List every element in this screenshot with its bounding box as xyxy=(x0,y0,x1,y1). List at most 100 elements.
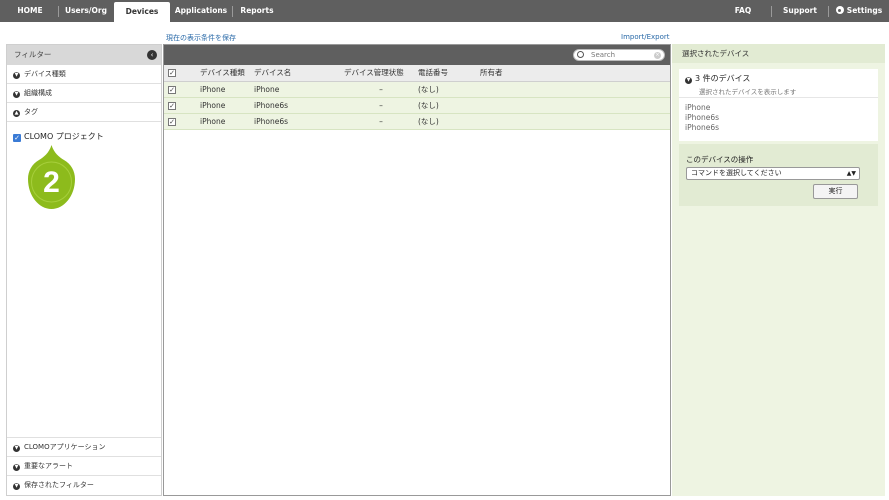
cell-device-name[interactable]: iPhone6s xyxy=(254,113,344,130)
clear-icon[interactable]: × xyxy=(654,52,661,59)
filter-label: タグ xyxy=(24,108,38,116)
cell-phone: (なし) xyxy=(418,81,480,98)
table-header-row: ✓ デバイス種類 デバイス名 デバイス管理状態 電話番号 所有者 xyxy=(164,65,670,82)
selected-devices-box: ▼ 3 件のデバイス 選択されたデバイスを表示します iPhone iPhone6… xyxy=(679,69,878,141)
show-devices-hint[interactable]: 選択されたデバイスを表示します xyxy=(699,86,796,96)
cell-device-type: iPhone xyxy=(200,81,254,98)
top-nav: HOME Users/Org Devices Applications Repo… xyxy=(0,0,889,22)
import-export-link[interactable]: Import/Export xyxy=(621,33,670,41)
filter-clomo-apps[interactable]: ▼ CLOMOアプリケーション xyxy=(7,438,161,457)
device-table: ✓ デバイス種類 デバイス名 デバイス管理状態 電話番号 所有者 ✓ iPhon… xyxy=(164,65,670,130)
nav-separator xyxy=(828,6,829,17)
nav-reports[interactable]: Reports xyxy=(238,0,276,22)
filter-label: 保存されたフィルター xyxy=(24,481,94,489)
checkbox-checked[interactable]: ✓ xyxy=(168,85,176,94)
tag-clomo-project[interactable]: ✓ CLOMO プロジェクト xyxy=(13,131,104,142)
execute-button[interactable]: 実行 xyxy=(813,184,858,199)
divider xyxy=(679,97,878,98)
nav-settings[interactable]: Settings xyxy=(834,0,884,22)
list-item: iPhone6s xyxy=(685,113,719,122)
callout-number: 2 xyxy=(43,166,60,199)
cell-management-state: – xyxy=(344,81,418,98)
header-select-all[interactable]: ✓ xyxy=(164,65,200,82)
chevron-down-icon: ▼ xyxy=(13,464,20,471)
column-header[interactable]: デバイス名 xyxy=(254,65,344,82)
search-icon xyxy=(577,51,584,58)
device-count[interactable]: ▼ 3 件のデバイス xyxy=(685,73,750,84)
column-header[interactable]: 所有者 xyxy=(480,65,670,82)
device-list-panel: Search × ✓ デバイス種類 デバイス名 デバイス管理状態 電話番号 所有… xyxy=(163,44,671,496)
chevron-down-icon: ▼ xyxy=(685,77,692,84)
nav-devices[interactable]: Devices xyxy=(114,2,170,22)
checkbox-checked[interactable]: ✓ xyxy=(168,117,176,126)
filter-bottom-list: ▼ CLOMOアプリケーション ▼ 重要なアラート ▼ 保存されたフィルター xyxy=(7,437,161,495)
table-row[interactable]: ✓ iPhone iPhone6s – (なし) xyxy=(164,97,670,114)
chevron-down-icon: ▼ xyxy=(13,483,20,490)
chevron-down-icon: ▼ xyxy=(13,72,20,79)
chevron-up-icon: ▲ xyxy=(13,110,20,117)
cell-device-name[interactable]: iPhone6s xyxy=(254,97,344,114)
nav-applications[interactable]: Applications xyxy=(174,0,228,22)
filter-label: CLOMOアプリケーション xyxy=(24,443,106,451)
nav-separator xyxy=(771,6,772,17)
column-header[interactable]: 電話番号 xyxy=(418,65,480,82)
chevron-down-icon: ▼ xyxy=(13,91,20,98)
checkbox-checked[interactable]: ✓ xyxy=(13,134,21,142)
column-header[interactable]: デバイス種類 xyxy=(200,65,254,82)
checkbox-checked[interactable]: ✓ xyxy=(168,101,176,110)
cell-owner xyxy=(480,97,670,114)
tag-label: CLOMO プロジェクト xyxy=(24,132,104,141)
device-list-toolbar: Search × xyxy=(164,45,670,65)
filter-header: フィルター ‹ xyxy=(7,45,161,65)
nav-faq[interactable]: FAQ xyxy=(726,0,760,22)
filter-tag[interactable]: ▲ タグ xyxy=(7,103,161,122)
callout-pin: 2 xyxy=(28,145,75,209)
gear-icon xyxy=(835,6,844,14)
filter-label: デバイス種類 xyxy=(24,70,66,78)
cell-owner xyxy=(480,81,670,98)
list-item: iPhone xyxy=(685,103,711,112)
cell-device-type: iPhone xyxy=(200,97,254,114)
selected-device-list: iPhone iPhone6s iPhone6s xyxy=(685,103,719,133)
filter-title: フィルター xyxy=(14,50,52,59)
nav-separator xyxy=(58,6,59,17)
collapse-left-icon[interactable]: ‹ xyxy=(147,50,157,60)
search-input[interactable]: Search xyxy=(591,50,615,61)
command-select-value: コマンドを選択してください xyxy=(691,169,782,177)
cell-owner xyxy=(480,113,670,130)
cell-device-type: iPhone xyxy=(200,113,254,130)
list-item: iPhone6s xyxy=(685,123,719,132)
cell-device-name[interactable]: iPhone xyxy=(254,81,344,98)
select-arrows-icon: ▲▼ xyxy=(846,170,856,177)
filter-organization[interactable]: ▼ 組織構成 xyxy=(7,84,161,103)
operation-title: このデバイスの操作 xyxy=(686,155,754,164)
save-view-link[interactable]: 現在の表示条件を保存 xyxy=(166,33,236,43)
filter-important-alerts[interactable]: ▼ 重要なアラート xyxy=(7,457,161,476)
checkbox-checked[interactable]: ✓ xyxy=(168,69,176,78)
nav-separator xyxy=(232,6,233,17)
column-header[interactable]: デバイス管理状態 xyxy=(344,65,418,82)
cell-phone: (なし) xyxy=(418,97,480,114)
selected-devices-title: 選択されたデバイス xyxy=(672,44,885,63)
cell-phone: (なし) xyxy=(418,113,480,130)
filter-saved-filters[interactable]: ▼ 保存されたフィルター xyxy=(7,476,161,495)
nav-users-org[interactable]: Users/Org xyxy=(62,0,110,22)
device-count-label: 3 件のデバイス xyxy=(695,74,751,83)
row-checkbox-cell[interactable]: ✓ xyxy=(164,113,200,130)
row-checkbox-cell[interactable]: ✓ xyxy=(164,81,200,98)
table-row[interactable]: ✓ iPhone iPhone – (なし) xyxy=(164,81,670,98)
filter-label: 重要なアラート xyxy=(24,462,73,470)
cell-management-state: – xyxy=(344,97,418,114)
search-box[interactable]: Search × xyxy=(573,49,665,61)
filter-device-type[interactable]: ▼ デバイス種類 xyxy=(7,65,161,84)
filter-panel: フィルター ‹ ▼ デバイス種類 ▼ 組織構成 ▲ タグ ✓ CLOMO プロジェクト … xyxy=(6,44,162,496)
nav-support[interactable]: Support xyxy=(780,0,820,22)
filter-label: 組織構成 xyxy=(24,89,52,97)
nav-settings-label: Settings xyxy=(846,6,883,15)
command-select[interactable]: コマンドを選択してください ▲▼ xyxy=(686,167,860,180)
table-row[interactable]: ✓ iPhone iPhone6s – (なし) xyxy=(164,113,670,130)
device-operations-box: このデバイスの操作 コマンドを選択してください ▲▼ 実行 xyxy=(679,144,878,206)
chevron-down-icon: ▼ xyxy=(13,445,20,452)
nav-home[interactable]: HOME xyxy=(8,0,52,22)
row-checkbox-cell[interactable]: ✓ xyxy=(164,97,200,114)
